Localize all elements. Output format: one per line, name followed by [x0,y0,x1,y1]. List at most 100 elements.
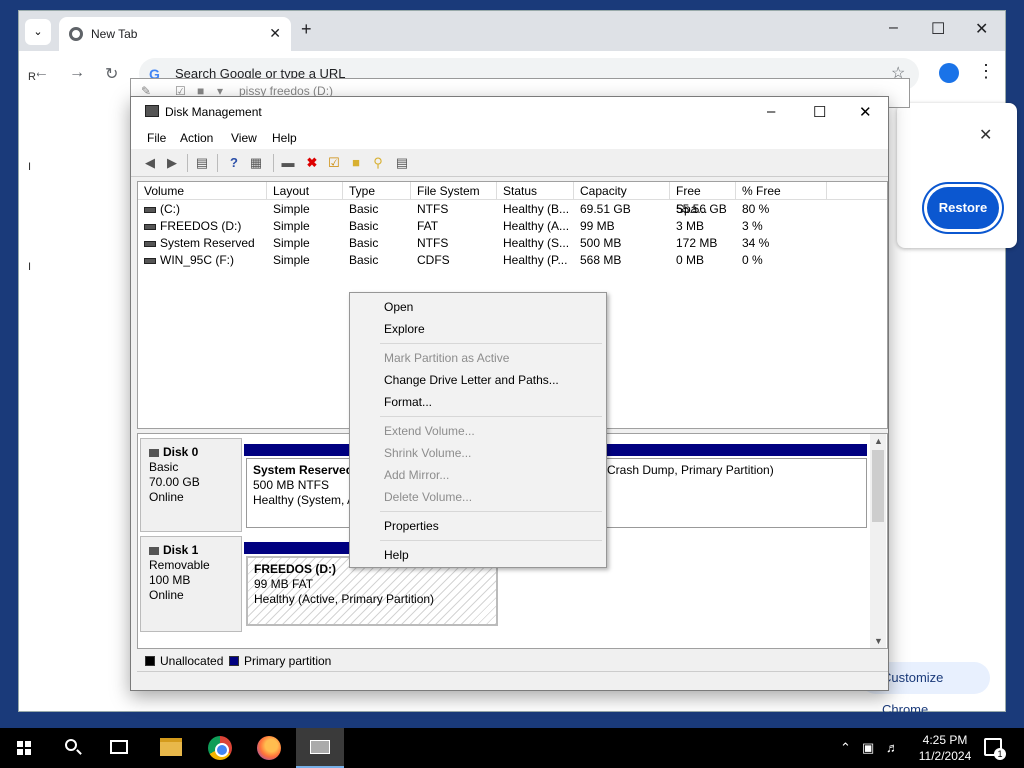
network-icon[interactable]: ▣ [862,740,874,756]
pct-free-cell: 0 % [742,253,763,267]
scroll-up-icon[interactable]: ▲ [874,436,883,446]
search-icon[interactable] [65,739,77,751]
partition-system-reserved[interactable]: System Reserved 500 MB NTFS Healthy (Sys… [246,458,356,528]
tab-close-icon[interactable]: ✕ [269,25,281,42]
connect-drive-icon[interactable]: ▬ [279,154,297,172]
menu-action[interactable]: Action [180,131,213,145]
col-free-space[interactable]: Free Spa... [670,182,736,216]
disk-state: Online [149,588,184,602]
ctx-extend-volume: Extend Volume... [384,424,475,438]
ctx-change-drive-letter[interactable]: Change Drive Letter and Paths... [350,369,606,391]
capacity-cell: 500 MB [580,236,622,250]
type-cell: Basic [349,219,379,233]
disk-0-label[interactable]: Disk 0 Basic 70.00 GB Online [140,438,242,532]
profile-avatar[interactable] [939,63,959,83]
ctx-separator [380,416,602,417]
search-folder-icon[interactable]: ⚲ [369,154,387,172]
toolbar-separator [187,154,188,172]
list-view-icon[interactable]: ▤ [393,154,411,172]
drive-icon [144,223,156,230]
windows-start-icon[interactable] [17,741,31,755]
volume-row[interactable]: (C:) Simple Basic NTFS Healthy (B... 69.… [138,201,887,218]
volume-row[interactable]: WIN_95C (F:) Simple Basic CDFS Healthy (… [138,252,887,269]
chrome-menu-icon[interactable]: ⋮ [977,61,995,82]
new-tab-button[interactable]: + [301,19,312,40]
tab-search-button[interactable]: ⌄ [25,19,51,45]
folder-up-icon[interactable]: ■ [347,154,365,172]
partition-status: Healthy (Active, Primary Partition) [254,592,435,606]
legend-swatch-primary [229,656,239,666]
ctx-open[interactable]: Open [350,296,606,318]
firefox-icon[interactable] [257,736,281,760]
ctx-format[interactable]: Format... [350,391,606,413]
fs-cell: CDFS [417,253,450,267]
volume-cell: System Reserved [138,235,267,252]
layout-cell: Simple [273,253,310,267]
col-percent-free[interactable]: % Free [736,182,827,200]
volume-icon[interactable]: ♬ [886,740,899,755]
task-view-icon[interactable] [110,740,128,754]
col-status[interactable]: Status [497,182,574,200]
col-file-system[interactable]: File System [411,182,497,200]
disk-1-label[interactable]: Disk 1 Removable 100 MB Online [140,536,242,632]
disk-kind: Basic [149,460,179,474]
properties-pane-icon[interactable]: ▦ [247,154,265,172]
ctx-properties[interactable]: Properties [350,515,606,537]
volume-cell: FREEDOS (D:) [138,218,267,235]
maximize-icon[interactable]: ☐ [813,103,826,121]
ctx-separator [380,343,602,344]
forward-icon[interactable]: → [69,64,85,82]
tab-new-tab[interactable]: New Tab ✕ [59,17,291,51]
layout-cell: Simple [273,219,310,233]
reload-icon[interactable]: ↻ [105,64,118,84]
layout-cell: Simple [273,236,310,250]
restore-card: ✕ Restore [897,103,1017,248]
col-volume[interactable]: Volume [138,182,267,200]
volume-cell: WIN_95C (F:) [138,252,267,269]
restore-button[interactable]: Restore [927,187,999,229]
col-capacity[interactable]: Capacity [574,182,670,200]
drive-icon [144,240,156,247]
ctx-help[interactable]: Help [350,544,606,566]
disk-management-taskbar-icon[interactable] [296,728,344,768]
check-icon[interactable]: ☑ [325,154,343,172]
volume-row[interactable]: System Reserved Simple Basic NTFS Health… [138,235,887,252]
back-icon[interactable]: ◀ [141,154,159,172]
ctx-explore[interactable]: Explore [350,318,606,340]
notification-icon[interactable]: 1 [984,738,1006,760]
col-type[interactable]: Type [343,182,411,200]
volume-row[interactable]: FREEDOS (D:) Simple Basic FAT Healthy (A… [138,218,887,235]
ctx-add-mirror: Add Mirror... [384,468,450,482]
scroll-thumb[interactable] [872,450,884,522]
fs-cell: FAT [417,219,439,233]
close-window-icon[interactable]: ✕ [859,103,872,121]
maximize-icon[interactable]: ☐ [931,19,945,39]
free-cell: 3 MB [676,219,705,233]
type-cell: Basic [349,236,379,250]
dm-title: Disk Management [165,105,262,119]
menu-file[interactable]: File [147,131,166,145]
clock[interactable]: 4:25 PM 11/2/2024 [910,732,980,764]
col-layout[interactable]: Layout [267,182,343,200]
scroll-down-icon[interactable]: ▼ [874,636,883,646]
dm-toolbar: ◀ ▶ ▤ ? ▦ ▬ ✖ ☑ ■ ⚲ ▤ [131,149,888,177]
partition-c[interactable]: Crash Dump, Primary Partition) [600,458,867,528]
volume-name: WIN_95C (F:) [160,253,235,267]
forward-icon[interactable]: ▶ [163,154,181,172]
disk-1-title: Disk 1 [149,543,233,558]
disk-view-scrollbar[interactable]: ▲ ▼ [870,434,886,648]
menu-view[interactable]: View [231,131,257,145]
help-icon[interactable]: ? [225,154,243,172]
restore-close-icon[interactable]: ✕ [979,125,992,145]
ctx-delete-volume: Delete Volume... [384,490,473,504]
minimize-icon[interactable]: – [889,19,898,37]
menu-help[interactable]: Help [272,131,297,145]
close-window-icon[interactable]: ✕ [975,19,988,39]
delete-icon[interactable]: ✖ [303,154,321,172]
show-hide-tree-icon[interactable]: ▤ [193,154,211,172]
tray-chevron-icon[interactable]: ⌃ [840,740,851,756]
chrome-icon[interactable] [208,736,232,760]
minimize-icon[interactable]: – [767,103,775,120]
drive-icon [144,206,156,213]
file-explorer-icon[interactable] [160,738,182,756]
